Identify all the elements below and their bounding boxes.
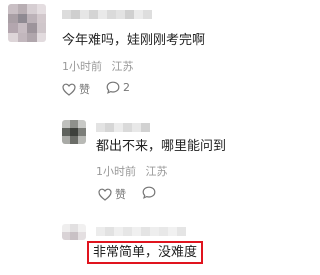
comment-text: 今年难吗，娃刚刚考完啊 [62,33,206,48]
comment-location: 江苏 [111,60,134,73]
comment-bubble-icon [142,186,156,199]
avatar[interactable] [62,224,86,240]
reply-button[interactable]: 2 [106,81,130,94]
reply-count: 2 [123,81,130,94]
comment-bubble-icon [106,81,120,94]
reply-button[interactable] [142,186,156,199]
username[interactable] [62,10,152,19]
like-label: 赞 [79,83,90,96]
comment-time: 1小时前 [62,60,102,73]
heart-outline-icon [98,188,112,201]
avatar[interactable] [8,4,46,42]
like-button[interactable]: 赞 [62,81,90,97]
like-label: 赞 [115,188,126,201]
username[interactable] [96,227,186,236]
heart-outline-icon [62,83,76,96]
like-button[interactable]: 赞 [98,186,126,202]
comment-meta: 1小时前 江苏 [62,58,134,74]
reply-meta: 1小时前 江苏 [96,163,168,179]
reply-time: 1小时前 [96,165,136,178]
reply-location: 江苏 [145,165,168,178]
reply-text: 都出不来，哪里能问到 [96,139,227,154]
username[interactable] [96,123,150,132]
highlighted-reply-text: 非常简单，没难度 [87,241,204,264]
avatar[interactable] [62,120,86,144]
